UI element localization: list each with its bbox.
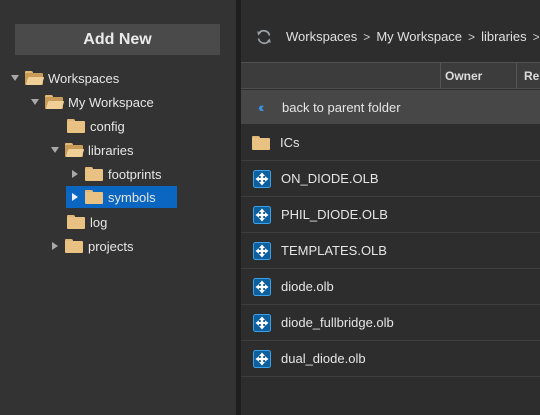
- column-header-owner[interactable]: Owner: [445, 63, 482, 88]
- tree-item-label: Workspaces: [48, 70, 120, 86]
- file-name: PHIL_DIODE.OLB: [281, 207, 388, 222]
- library-file-icon: [253, 277, 271, 296]
- tree-item-label: libraries: [88, 142, 134, 158]
- workspace-sidebar: Add New Workspaces My Workspace config l…: [0, 0, 236, 415]
- file-name: ICs: [280, 135, 300, 150]
- file-row-library[interactable]: diode_fullbridge.olb: [241, 305, 540, 341]
- tree-item-projects[interactable]: projects: [48, 235, 134, 257]
- folder-icon: [67, 215, 85, 229]
- tree-item-footprints[interactable]: footprints: [68, 163, 161, 185]
- folder-open-icon: [65, 143, 85, 157]
- breadcrumb-item-my-workspace[interactable]: My Workspace: [376, 29, 462, 44]
- double-chevron-left-icon: ‹‹: [258, 99, 264, 115]
- file-row-library[interactable]: TEMPLATES.OLB: [241, 233, 540, 269]
- tree-item-workspaces[interactable]: Workspaces: [8, 67, 119, 89]
- refresh-icon[interactable]: [255, 28, 273, 46]
- tree-item-label: config: [90, 118, 125, 134]
- caret-spacer: [50, 115, 64, 137]
- breadcrumb-item-workspaces[interactable]: Workspaces: [286, 29, 357, 44]
- collapse-caret-icon[interactable]: [48, 235, 62, 257]
- breadcrumb-bar: Workspaces > My Workspace > libraries > …: [241, 0, 540, 62]
- column-divider[interactable]: [440, 63, 441, 88]
- column-header-revision[interactable]: Re: [524, 63, 539, 88]
- add-new-button[interactable]: Add New: [15, 24, 220, 55]
- back-to-parent-label: back to parent folder: [282, 99, 401, 115]
- library-file-icon: [253, 349, 271, 368]
- collapse-caret-icon[interactable]: [68, 186, 82, 208]
- library-file-icon: [253, 205, 271, 224]
- library-file-icon: [253, 241, 271, 260]
- file-row-library[interactable]: diode.olb: [241, 269, 540, 305]
- tree-item-symbols[interactable]: symbols: [66, 186, 177, 208]
- file-browser: Workspaces > My Workspace > libraries > …: [241, 0, 540, 415]
- tree-item-log[interactable]: log: [50, 211, 107, 233]
- column-divider[interactable]: [516, 63, 517, 88]
- expand-caret-icon[interactable]: [28, 91, 42, 113]
- expand-caret-icon[interactable]: [48, 139, 62, 161]
- folder-icon: [67, 119, 85, 133]
- folder-icon: [85, 190, 103, 204]
- file-name: diode_fullbridge.olb: [281, 315, 394, 330]
- file-row-library[interactable]: dual_diode.olb: [241, 341, 540, 377]
- breadcrumb: Workspaces > My Workspace > libraries > …: [286, 29, 540, 44]
- tree-item-my-workspace[interactable]: My Workspace: [28, 91, 154, 113]
- breadcrumb-separator: >: [468, 29, 476, 44]
- tree-item-label: log: [90, 214, 108, 230]
- file-name: diode.olb: [281, 279, 334, 294]
- expand-caret-icon[interactable]: [8, 67, 22, 89]
- collapse-caret-icon[interactable]: [68, 163, 82, 185]
- folder-icon: [65, 239, 83, 253]
- folder-icon: [85, 167, 103, 181]
- file-row-library[interactable]: PHIL_DIODE.OLB: [241, 197, 540, 233]
- breadcrumb-separator: >: [363, 29, 371, 44]
- folder-open-icon: [25, 71, 45, 85]
- file-name: ON_DIODE.OLB: [281, 171, 379, 186]
- folder-open-icon: [45, 95, 65, 109]
- tree-item-libraries[interactable]: libraries: [48, 139, 134, 161]
- tree-item-label: My Workspace: [68, 94, 154, 110]
- file-row-ics[interactable]: ICs: [241, 125, 540, 161]
- tree-item-label: symbols: [108, 189, 156, 205]
- breadcrumb-separator: >: [532, 29, 540, 44]
- library-file-icon: [253, 313, 271, 332]
- folder-icon: [252, 135, 270, 150]
- breadcrumb-item-libraries[interactable]: libraries: [481, 29, 527, 44]
- tree-item-label: footprints: [108, 166, 162, 182]
- file-row-library[interactable]: ON_DIODE.OLB: [241, 161, 540, 197]
- library-file-icon: [253, 169, 271, 188]
- back-to-parent-row[interactable]: ‹‹ back to parent folder: [241, 90, 540, 124]
- tree-item-config[interactable]: config: [50, 115, 125, 137]
- tree-item-label: projects: [88, 238, 134, 254]
- table-header: Owner Re: [241, 62, 540, 89]
- file-name: dual_diode.olb: [281, 351, 366, 366]
- file-name: TEMPLATES.OLB: [281, 243, 387, 258]
- caret-spacer: [50, 211, 64, 233]
